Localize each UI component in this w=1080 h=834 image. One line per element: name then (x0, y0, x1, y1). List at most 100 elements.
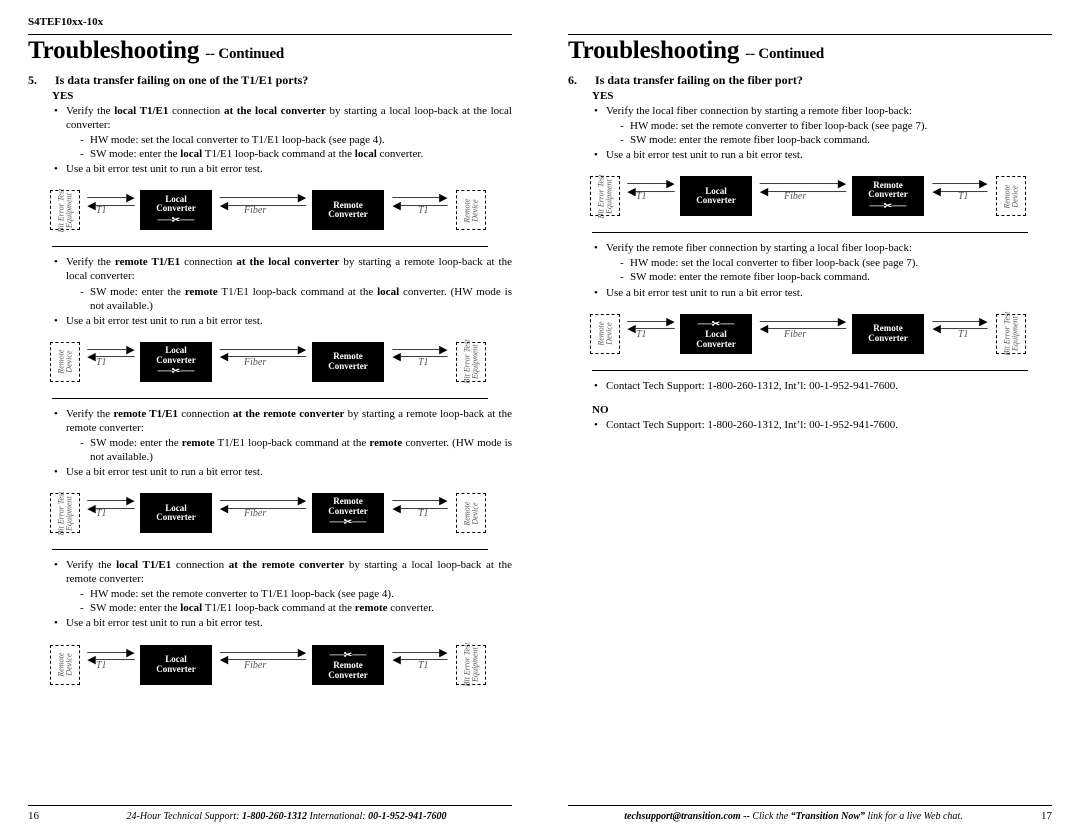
rule (592, 232, 1028, 233)
sub-item: SW mode: enter the remote T1/E1 loop-bac… (80, 436, 512, 464)
page-left: S4TEF10xx-10x Troubleshooting -- Continu… (0, 0, 540, 834)
arrow-icon: ─────▶◀───── (86, 195, 136, 210)
arrow-icon: ─────▶◀───── (86, 347, 136, 362)
bullet-group: Verify the local T1/E1 connection at the… (52, 558, 512, 631)
end-box-right: Bit Error TestEquipment (456, 342, 486, 382)
arrow-icon: ──────────▶◀────────── (218, 195, 308, 210)
end-box-left: RemoteDevice (50, 645, 80, 685)
local-converter-box: LocalConverter (140, 645, 212, 685)
sub-item: SW mode: enter the local T1/E1 loop-back… (80, 147, 512, 161)
bullet: Use a bit error test unit to run a bit e… (52, 314, 512, 328)
sub-list: HW mode: set the remote converter to fib… (620, 119, 1052, 147)
page-number: 17 (1041, 810, 1052, 822)
yes-label: YES (52, 90, 512, 102)
question-6: 6. Is data transfer failing on the fiber… (568, 73, 1052, 88)
loopback-diagram: RemoteDevice T1 ─────▶◀───── LocalConver… (50, 335, 490, 391)
scissor-icon: ──✂── (158, 367, 195, 378)
scissor-icon: ──✂── (330, 518, 367, 529)
sub-list: HW mode: set the remote converter to T1/… (80, 587, 512, 615)
yes-label: YES (592, 90, 1052, 102)
arrow-icon: ──────▶◀────── (390, 498, 450, 513)
loopback-diagram: Bit Error TestEquipment T1 ─────▶◀───── … (50, 486, 490, 542)
local-converter-box: LocalConverter──✂── (140, 342, 212, 382)
end-box-right: RemoteDevice (996, 176, 1026, 216)
local-converter-box: LocalConverter──✂── (140, 190, 212, 230)
sub-list: SW mode: enter the remote T1/E1 loop-bac… (80, 436, 512, 464)
bullet: Use a bit error test unit to run a bit e… (52, 616, 512, 630)
question-5: 5. Is data transfer failing on one of th… (28, 73, 512, 88)
end-box-right: Bit Error TestEquipment (996, 314, 1026, 354)
bullet: Use a bit error test unit to run a bit e… (52, 162, 512, 176)
loopback-diagram: Bit Error TestEquipment T1 ─────▶◀───── … (50, 183, 490, 239)
no-label: NO (592, 404, 1052, 416)
title-text: Troubleshooting (28, 37, 199, 64)
sub-item: SW mode: enter the local T1/E1 loop-back… (80, 601, 512, 615)
title-suffix: -- Continued (745, 46, 824, 62)
bullet: Contact Tech Support: 1-800-260-1312, In… (592, 379, 1052, 393)
sub-item: SW mode: enter the remote fiber loop-bac… (620, 133, 1052, 147)
loopback-diagram: RemoteDevice T1 ─────▶◀───── LocalConver… (50, 638, 490, 694)
running-head: S4TEF10xx-10x (28, 16, 512, 28)
bullet-group: Verify the remote fiber connection by st… (592, 241, 1052, 300)
rule (52, 549, 488, 550)
end-box-right: RemoteDevice (456, 493, 486, 533)
arrow-icon: ──────────▶◀────────── (218, 347, 308, 362)
bullet: Verify the local T1/E1 connection at the… (52, 104, 512, 161)
bullet-group: Verify the local T1/E1 connection at the… (52, 104, 512, 177)
rule-top (28, 34, 512, 35)
bullet: Verify the local fiber connection by sta… (592, 104, 1052, 147)
end-box-left: Bit Error TestEquipment (590, 176, 620, 216)
local-converter-box: LocalConverter (680, 176, 752, 216)
sub-item: SW mode: enter the remote T1/E1 loop-bac… (80, 285, 512, 313)
bullet: Verify the remote T1/E1 connection at th… (52, 407, 512, 464)
bullet: Use a bit error test unit to run a bit e… (592, 286, 1052, 300)
bullet: Contact Tech Support: 1-800-260-1312, In… (592, 418, 1052, 432)
end-box-right: Bit Error TestEquipment (456, 645, 486, 685)
loopback-diagram: Bit Error TestEquipment T1 ─────▶◀───── … (590, 169, 1030, 225)
rule (52, 246, 488, 247)
scissor-icon: ──✂── (870, 202, 907, 213)
remote-converter-box: RemoteConverter (312, 342, 384, 382)
scissor-icon: ──✂── (158, 216, 195, 227)
remote-converter-box: RemoteConverter──✂── (852, 176, 924, 216)
bullet: Verify the local T1/E1 connection at the… (52, 558, 512, 615)
end-box-right: RemoteDevice (456, 190, 486, 230)
bullet-group: Verify the remote T1/E1 connection at th… (52, 407, 512, 480)
arrow-icon: ──────▶◀────── (390, 195, 450, 210)
sub-list: HW mode: set the local converter to T1/E… (80, 133, 512, 161)
remote-converter-box: RemoteConverter (852, 314, 924, 354)
end-box-left: RemoteDevice (50, 342, 80, 382)
sub-list: SW mode: enter the remote T1/E1 loop-bac… (80, 285, 512, 313)
title-text: Troubleshooting (568, 37, 739, 64)
arrow-icon: ──────▶◀────── (390, 650, 450, 665)
page-number: 16 (28, 810, 39, 822)
q-num: 6. (568, 73, 592, 88)
arrow-icon: ─────▶◀───── (86, 498, 136, 513)
q-num: 5. (28, 73, 52, 88)
arrow-icon: ─────▶◀───── (626, 319, 676, 334)
arrow-icon: ──────▶◀────── (390, 347, 450, 362)
bullet-group: Verify the remote T1/E1 connection at th… (52, 255, 512, 328)
arrow-icon: ─────▶◀───── (626, 181, 676, 196)
arrow-icon: ─────▶◀───── (86, 650, 136, 665)
arrow-icon: ──────────▶◀────────── (758, 181, 848, 196)
local-converter-box: LocalConverter (140, 493, 212, 533)
q-text: Is data transfer failing on the fiber po… (595, 73, 803, 88)
sub-item: HW mode: set the local converter to T1/E… (80, 133, 512, 147)
bullet: Verify the remote T1/E1 connection at th… (52, 255, 512, 312)
remote-converter-box: RemoteConverter──✂── (312, 493, 384, 533)
local-converter-box: ──✂──LocalConverter (680, 314, 752, 354)
page-right: Troubleshooting -- Continued 6. Is data … (540, 0, 1080, 834)
loopback-diagram: RemoteDevice T1 ─────▶◀───── ──✂──LocalC… (590, 307, 1030, 363)
bullet-group: Verify the local fiber connection by sta… (592, 104, 1052, 163)
bullet: Use a bit error test unit to run a bit e… (592, 148, 1052, 162)
arrow-icon: ──────▶◀────── (930, 181, 990, 196)
remote-converter-box: ──✂──RemoteConverter (312, 645, 384, 685)
remote-converter-box: RemoteConverter (312, 190, 384, 230)
sub-item: HW mode: set the remote converter to T1/… (80, 587, 512, 601)
bullet: Verify the remote fiber connection by st… (592, 241, 1052, 284)
section-title: Troubleshooting -- Continued (568, 37, 1052, 65)
bullet: Use a bit error test unit to run a bit e… (52, 465, 512, 479)
rule-top (568, 34, 1052, 35)
footer-right: techsupport@transition.com -- Click the … (568, 805, 1052, 822)
